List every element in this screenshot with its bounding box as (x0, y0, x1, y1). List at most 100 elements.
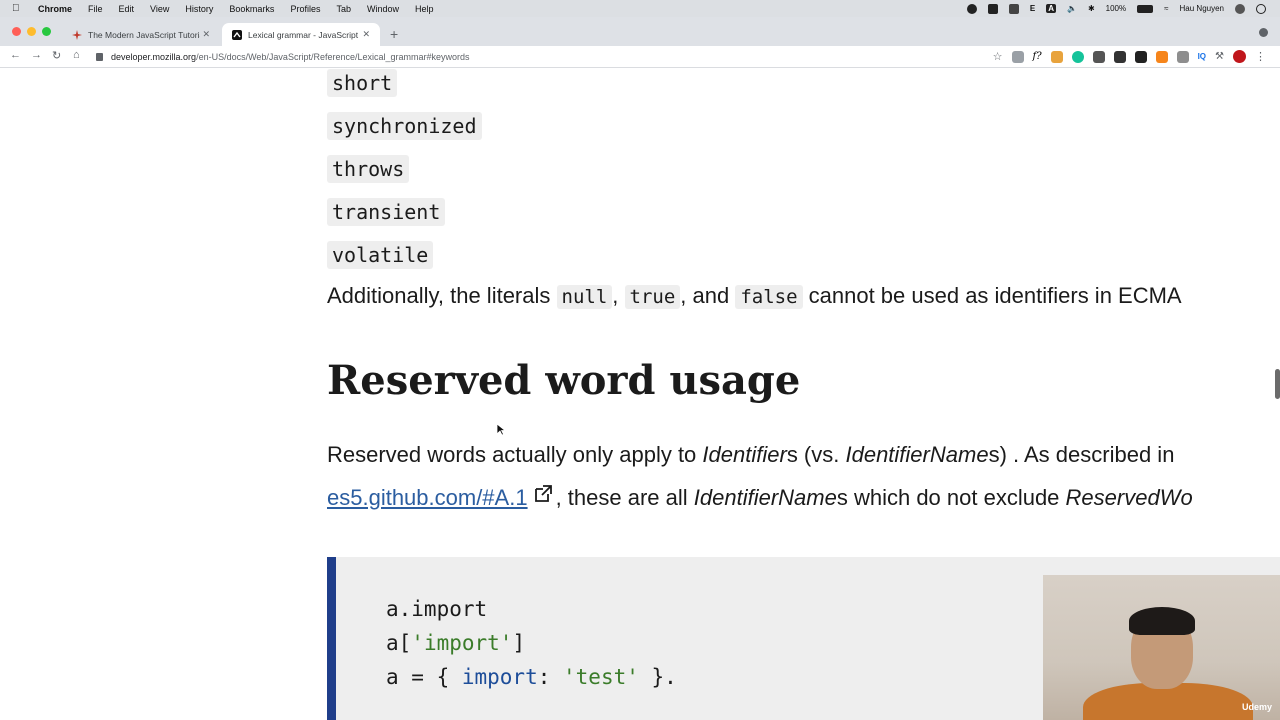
menu-file[interactable]: File (88, 4, 103, 14)
status-letter-a[interactable]: A (1046, 4, 1056, 13)
text: Additionally, the literals (327, 283, 557, 308)
menu-tab[interactable]: Tab (336, 4, 351, 14)
bookmark-star-icon[interactable]: ☆ (993, 50, 1003, 63)
tab-strip: The Modern JavaScript Tutorial ✕ Lexical… (0, 17, 1280, 46)
puzzle-extensions-icon[interactable]: ⚒ (1215, 51, 1224, 62)
keyword-code: transient (327, 198, 446, 226)
inline-code-false: false (735, 285, 803, 309)
code-text: ] (512, 631, 526, 655)
bluetooth-icon[interactable]: ✱ (1088, 4, 1095, 13)
page-scrollbar[interactable] (1275, 369, 1280, 399)
code-keyword: import (461, 665, 538, 689)
emphasis: IdentifierName (693, 485, 837, 510)
tab-modern-js-tutorial[interactable]: The Modern JavaScript Tutorial ✕ (62, 23, 220, 46)
tab-title: The Modern JavaScript Tutorial (88, 29, 200, 40)
text: cannot be used as identifiers in ECMA (802, 283, 1182, 308)
code-string: 'import' (411, 631, 513, 655)
profile-avatar-icon[interactable] (1233, 50, 1246, 63)
function-extension-icon[interactable]: f? (1033, 51, 1042, 62)
extension-icon-2[interactable] (1092, 50, 1105, 63)
home-icon[interactable]: ⌂ (73, 49, 80, 61)
reserved-paragraph-line-2: es5.github.com/#A.1 , these are all Ident… (327, 485, 1193, 511)
inline-code-null: null (556, 285, 613, 309)
back-icon[interactable]: ← (10, 49, 21, 61)
text: Reserved words actually only apply to (327, 442, 703, 467)
mouse-cursor-icon (497, 424, 506, 436)
zoom-window-icon[interactable] (42, 27, 51, 36)
extension-icon-3[interactable] (1113, 50, 1126, 63)
camera-extension-icon[interactable] (1011, 50, 1024, 63)
menu-window[interactable]: Window (367, 4, 399, 14)
volume-icon[interactable]: 🔈 (1067, 4, 1077, 13)
text: , and (680, 283, 736, 308)
window-controls (12, 27, 51, 36)
extension-icon-5[interactable] (1176, 50, 1189, 63)
code-text: }. (638, 665, 677, 689)
inline-code-true: true (624, 285, 681, 309)
code-line: a['import'] (386, 631, 525, 655)
close-tab-icon[interactable]: ✕ (202, 29, 210, 40)
extension-icon-4[interactable] (1134, 50, 1147, 63)
clock-icon[interactable] (1256, 3, 1266, 14)
screen-tool-icon[interactable] (987, 3, 998, 14)
menu-view[interactable]: View (150, 4, 169, 14)
lock-icon[interactable] (96, 53, 103, 61)
status-letter-e[interactable]: E (1030, 4, 1035, 13)
reserved-paragraph-line-1: Reserved words actually only apply to Id… (327, 442, 1174, 468)
text: s which do not exclude (836, 485, 1066, 510)
mdn-favicon-icon (232, 29, 242, 40)
extension-icon-1[interactable] (1050, 50, 1063, 63)
forward-icon[interactable]: → (31, 49, 42, 61)
es5-link[interactable]: es5.github.com/#A.1 (327, 485, 528, 510)
close-window-icon[interactable] (12, 27, 21, 36)
menu-edit[interactable]: Edit (119, 4, 135, 14)
code-text: a.import (386, 597, 488, 621)
instructor-webcam-overlay: Udemy (1043, 575, 1280, 720)
grammar-extension-icon[interactable] (1071, 50, 1084, 63)
external-link-icon[interactable] (534, 485, 552, 503)
address-bar[interactable]: developer.mozilla.org/en-US/docs/Web/Jav… (96, 48, 1096, 66)
tab-title: Lexical grammar - JavaScript | MDN (248, 29, 360, 40)
keyword-code: volatile (327, 241, 434, 269)
record-icon[interactable] (966, 3, 977, 14)
menu-app-name[interactable]: Chrome (38, 4, 72, 14)
code-text: a[ (386, 631, 412, 655)
browser-toolbar: ← → ↻ ⌂ developer.mozilla.org/en-US/docs… (0, 46, 1280, 68)
cloud-icon[interactable] (1008, 3, 1019, 14)
reload-icon[interactable]: ↻ (52, 49, 61, 62)
menu-bar-status-area: E A 🔈 ✱ 100% ≈ Hau Nguyen (966, 0, 1266, 17)
text: s) . As described in (988, 442, 1175, 467)
chrome-menu-icon[interactable]: ⋮ (1255, 50, 1266, 63)
menu-profiles[interactable]: Profiles (290, 4, 320, 14)
udemy-logo: Udemy (1241, 702, 1272, 712)
tab-lexical-grammar[interactable]: Lexical grammar - JavaScript | MDN ✕ (222, 23, 380, 46)
new-tab-icon[interactable]: + (390, 26, 398, 42)
tutorial-favicon-icon (72, 29, 82, 40)
text: s (vs. (786, 442, 846, 467)
wifi-icon[interactable]: ≈ (1164, 4, 1168, 13)
metamask-fox-icon[interactable] (1155, 50, 1168, 63)
menu-bookmarks[interactable]: Bookmarks (229, 4, 274, 14)
text: , these are all (555, 485, 694, 510)
literals-paragraph: Additionally, the literals null, true, a… (327, 283, 1182, 309)
battery-percent[interactable]: 100% (1106, 4, 1126, 13)
section-heading: Reserved word usage (327, 357, 801, 404)
battery-icon[interactable] (1137, 4, 1154, 13)
emphasis: IdentifierName (845, 442, 989, 467)
code-line: a = { import: 'test' }. (386, 665, 677, 689)
user-name[interactable]: Hau Nguyen (1180, 4, 1224, 13)
url-host: developer.mozilla.org (111, 52, 197, 62)
control-center-icon[interactable] (1235, 3, 1245, 14)
menu-help[interactable]: Help (415, 4, 434, 14)
minimize-window-icon[interactable] (27, 27, 36, 36)
macos-menu-bar:  Chrome File Edit View History Bookmark… (0, 0, 1280, 17)
code-text: a = { (386, 665, 462, 689)
menu-history[interactable]: History (185, 4, 213, 14)
code-text: : (537, 665, 564, 689)
apple-icon[interactable]:  (12, 3, 26, 14)
url-path: /en-US/docs/Web/JavaScript/Reference/Lex… (196, 52, 470, 62)
iq-extension-icon[interactable]: IQ (1198, 52, 1206, 61)
close-tab-icon[interactable]: ✕ (362, 29, 370, 40)
tab-search-icon[interactable] (1259, 28, 1268, 37)
keyword-code: short (327, 69, 398, 97)
